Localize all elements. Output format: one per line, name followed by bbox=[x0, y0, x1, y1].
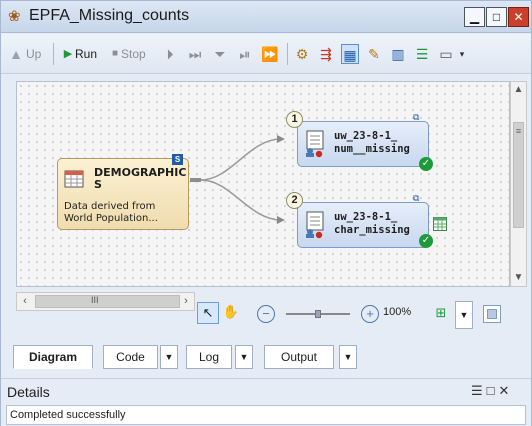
node-name-line: uw_23-8-1_ bbox=[334, 211, 398, 223]
node-name-line: char_missing bbox=[334, 224, 410, 236]
tab-output[interactable]: Output bbox=[264, 345, 334, 369]
success-check-icon: ✓ bbox=[419, 157, 433, 171]
node-name: uw_23-8-1_ char_missing bbox=[334, 211, 410, 237]
sequence-badge: 1 bbox=[286, 111, 303, 128]
node-description-line: Data derived from bbox=[64, 201, 156, 212]
code-link-icon: ⧉ bbox=[413, 112, 420, 122]
details-panel: Details ☰□✕ Completed successfully bbox=[1, 378, 531, 426]
table-icon bbox=[64, 170, 84, 188]
pointer-tool-icon[interactable]: ↖ bbox=[197, 302, 219, 324]
tab-code-dropdown-icon[interactable]: ▼ bbox=[160, 345, 178, 369]
status-message: Completed successfully bbox=[6, 405, 526, 425]
arrange-nodes-icon[interactable]: ⊞ bbox=[430, 303, 452, 325]
overview-inner bbox=[487, 309, 497, 319]
overview-icon[interactable] bbox=[483, 305, 501, 323]
output-table-icon[interactable] bbox=[433, 217, 447, 231]
server-badge: S bbox=[172, 154, 183, 165]
node-name-line: num__missing bbox=[334, 143, 410, 155]
tab-diagram[interactable]: Diagram bbox=[13, 345, 93, 369]
node-demographics[interactable]: DEMOGRAPHIC S Data derived from World Po… bbox=[57, 158, 189, 230]
details-maximize-icon[interactable]: □ bbox=[487, 383, 499, 398]
tab-log-dropdown-icon[interactable]: ▼ bbox=[235, 345, 253, 369]
details-close-icon[interactable]: ✕ bbox=[499, 383, 514, 398]
node-description-line: World Population... bbox=[64, 213, 158, 224]
scroll-grip: ≡ bbox=[515, 126, 522, 136]
node-description: Data derived from World Population... bbox=[64, 201, 186, 225]
process-flow-window: ❀ EPFA_Missing_counts ▁ □ ✕ ▲ Up ▶ Run ■… bbox=[0, 0, 532, 426]
horizontal-scrollbar[interactable]: ‹ III › bbox=[16, 292, 195, 311]
connector-to-node-1 bbox=[200, 138, 282, 181]
horizontal-scroll-thumb[interactable] bbox=[35, 295, 180, 308]
sequence-badge: 2 bbox=[286, 192, 303, 209]
details-title: Details bbox=[7, 384, 50, 400]
node-name-line: uw_23-8-1_ bbox=[334, 130, 398, 142]
scroll-left-icon[interactable]: ‹ bbox=[17, 293, 33, 310]
details-layout-icon[interactable]: ☰ bbox=[471, 383, 487, 398]
scroll-right-icon[interactable]: › bbox=[178, 293, 194, 310]
code-link-icon: ⧉ bbox=[413, 193, 420, 203]
node-name: DEMOGRAPHIC S bbox=[94, 167, 186, 191]
vertical-scroll-thumb[interactable] bbox=[513, 122, 524, 228]
scroll-grip: III bbox=[91, 295, 99, 305]
node-name: uw_23-8-1_ num__missing bbox=[334, 130, 410, 156]
tab-log[interactable]: Log bbox=[186, 345, 232, 369]
node-name-line: S bbox=[94, 178, 102, 191]
zoom-level: 100% bbox=[383, 306, 412, 318]
success-check-icon: ✓ bbox=[419, 234, 433, 248]
program-icon bbox=[306, 211, 324, 239]
arrowhead bbox=[277, 216, 285, 224]
arrowhead bbox=[277, 135, 285, 143]
tab-code[interactable]: Code bbox=[103, 345, 158, 369]
vertical-scrollbar[interactable]: ▲ ≡ ▼ bbox=[510, 81, 527, 287]
pan-tool-icon[interactable]: ✋ bbox=[220, 302, 242, 324]
scroll-up-icon[interactable]: ▲ bbox=[511, 82, 526, 98]
details-panel-controls: ☰□✕ bbox=[471, 383, 513, 399]
node-name-line: DEMOGRAPHIC bbox=[94, 166, 187, 179]
node-num-missing[interactable]: uw_23-8-1_ num__missing bbox=[297, 121, 429, 167]
tab-bar: Diagram Code ▼ Log ▼ Output ▼ bbox=[1, 343, 531, 369]
node-char-missing[interactable]: uw_23-8-1_ char_missing bbox=[297, 202, 429, 248]
tab-output-dropdown-icon[interactable]: ▼ bbox=[339, 345, 357, 369]
zoom-out-icon[interactable]: − bbox=[257, 305, 275, 323]
scroll-down-icon[interactable]: ▼ bbox=[511, 270, 526, 286]
zoom-in-icon[interactable]: + bbox=[361, 305, 379, 323]
output-port bbox=[190, 178, 201, 182]
program-icon bbox=[306, 130, 324, 158]
zoom-slider-thumb[interactable] bbox=[315, 310, 321, 318]
arrange-options-dropdown[interactable]: ▼ bbox=[455, 301, 473, 329]
connector-to-node-2 bbox=[200, 179, 282, 221]
